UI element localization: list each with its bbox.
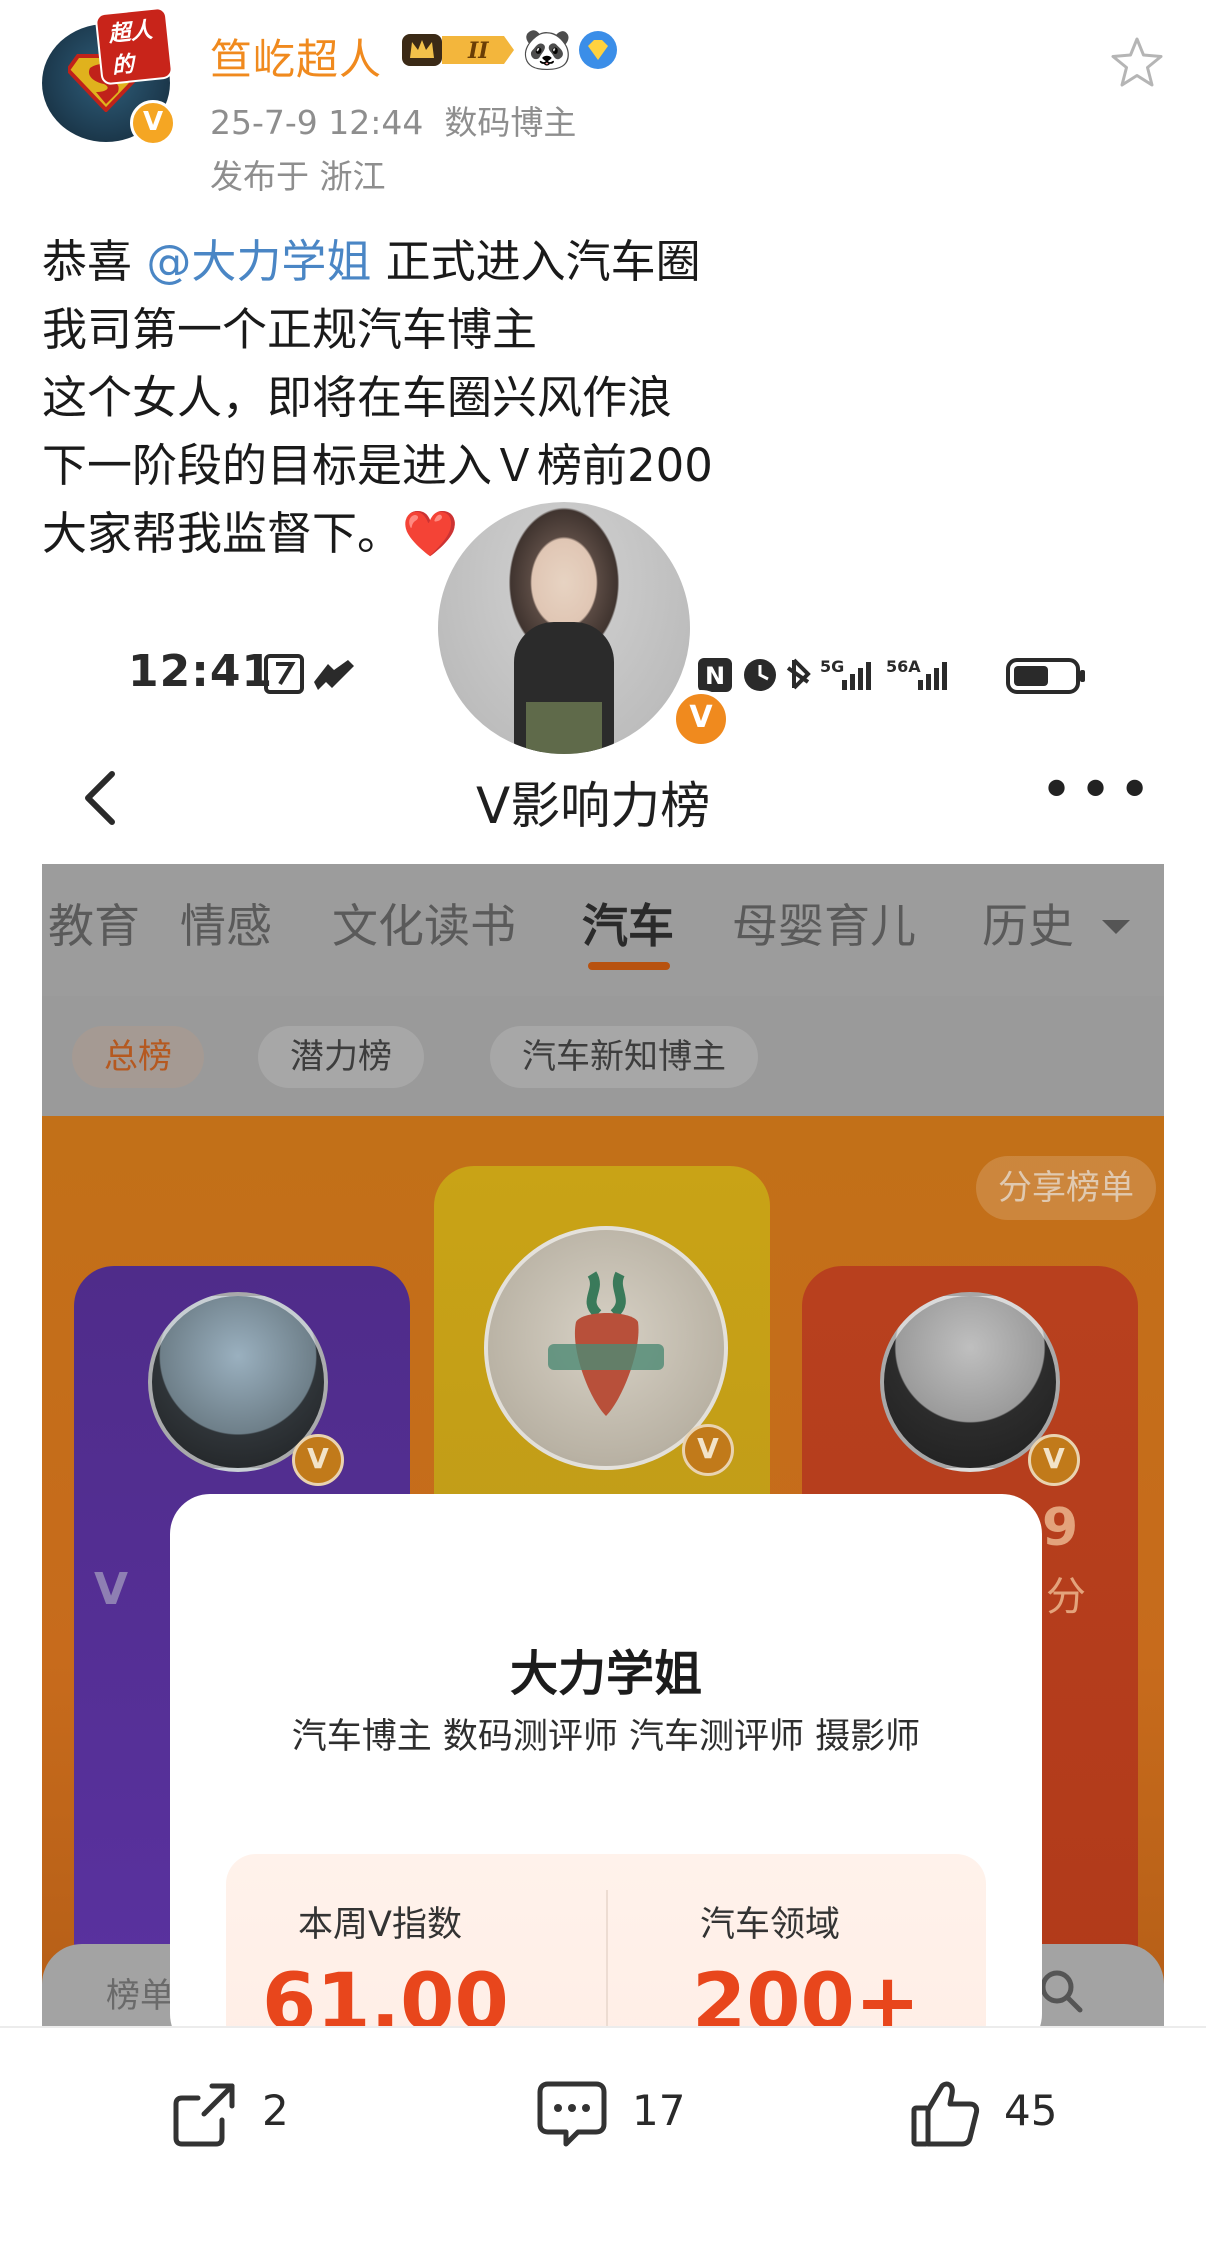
author-role: 数码博主 (444, 103, 577, 142)
post-meta: 25-7-9 12:44 数码博主 (210, 96, 576, 144)
tab-culture-reading[interactable]: 文化读书 (332, 890, 516, 956)
avatar-caption: 超人的 (94, 6, 174, 86)
svg-text:N: N (705, 662, 725, 690)
rank-3-unit-fragment: 分 (1046, 1574, 1086, 1620)
svg-text:II: II (467, 38, 489, 64)
tab-expand-caret-icon[interactable] (1102, 920, 1130, 934)
tab-history[interactable]: 历史 (982, 890, 1074, 956)
post-line-2: 我司第一个正规汽车博主 (42, 303, 538, 356)
post-text-fragment: 正式进入汽车圈 (371, 235, 701, 288)
subtab-bar: 总榜 潜力榜 汽车新知博主 (42, 996, 1164, 1116)
crown-level-badge-icon: II (402, 34, 514, 66)
author-avatar[interactable]: 超人的 V (42, 6, 176, 146)
back-chevron-icon[interactable] (78, 768, 122, 828)
post-line-4: 下一阶段的目标是进入Ｖ榜前200 (42, 439, 713, 492)
verified-badge-icon: V (672, 690, 730, 748)
popup-username: 大力学姐 (509, 1646, 702, 1702)
repost-count: 2 (262, 2086, 289, 2135)
post-location: 发布于 浙江 (210, 157, 386, 196)
active-tab-indicator (588, 962, 670, 970)
carrot-logo-icon (548, 1271, 664, 1416)
favorite-star-icon[interactable] (1110, 36, 1164, 88)
popup-avatar (432, 496, 696, 760)
post-line-3: 这个女人，即将在车圈兴风作浪 (42, 371, 673, 424)
comment-count: 17 (632, 2086, 686, 2135)
category-tabbar: 教育 情感 文化读书 汽车 母婴育儿 历史 (42, 864, 1164, 996)
verified-badge-icon: V (292, 1434, 344, 1486)
repost-icon[interactable] (168, 2076, 244, 2152)
status-bar-time: 12:41 (128, 646, 274, 697)
status-left-icons (264, 654, 354, 694)
search-icon[interactable] (1038, 1968, 1084, 2014)
tab-auto[interactable]: 汽车 (582, 890, 674, 956)
post-line-1: 恭喜 @大力学姐 正式进入汽车圈 (42, 228, 1142, 296)
share-list-button[interactable]: 分享榜单 (976, 1156, 1156, 1220)
post-time: 25-7-9 12:44 (210, 103, 424, 142)
comment-icon[interactable] (534, 2076, 610, 2152)
subtab-potential[interactable]: 潜力榜 (258, 1026, 424, 1088)
popup-tags: 汽车博主 数码测评师 汽车测评师 摄影师 (170, 1714, 1042, 1760)
stat-weekly-v-index-label: 本周V指数 (298, 1905, 462, 1945)
svg-text:56A: 56A (886, 657, 921, 676)
tab-parenting[interactable]: 母婴育儿 (732, 890, 916, 956)
post-text-fragment: 大家帮我监督下。 (42, 507, 403, 560)
bottom-strip-label: 榜单 (106, 1976, 174, 2016)
subtab-overall[interactable]: 总榜 (72, 1026, 204, 1088)
popup-tags-text: 汽车博主 数码测评师 汽车测评师 摄影师 (291, 1717, 921, 1757)
tab-emotion[interactable]: 情感 (180, 890, 272, 956)
svg-text:5G: 5G (820, 657, 844, 676)
post-text-fragment: 恭喜 (42, 235, 147, 288)
like-thumbs-up-icon[interactable] (908, 2076, 984, 2152)
leaderboard-screenshot: 教育 情感 文化读书 汽车 母婴育儿 历史 总榜 潜力榜 汽车新知博主 分享榜单 (42, 864, 1164, 2026)
author-name[interactable]: 笪屹超人 (210, 26, 382, 87)
footer-divider (0, 2026, 1206, 2028)
screenshot-nav-title: V影响力榜 (476, 777, 711, 835)
stat-domain-rank-value: 200+ (692, 1958, 921, 2026)
avatar-figure-lower (526, 702, 602, 754)
panda-badge-icon: 🐼 (522, 27, 572, 73)
diamond-badge-icon (579, 31, 617, 69)
more-options-icon[interactable]: ••• (1040, 763, 1157, 819)
stat-divider (606, 1890, 608, 2026)
like-count: 45 (1004, 2086, 1058, 2135)
status-bar-icons: N 5G 56A (698, 657, 1085, 694)
heart-emoji: ❤️ (402, 507, 459, 560)
verified-badge-icon: V (1028, 1434, 1080, 1486)
tab-education[interactable]: 教育 (48, 890, 140, 956)
subtab-new-auto-bloggers[interactable]: 汽车新知博主 (490, 1026, 758, 1088)
mention-link[interactable]: @大力学姐 (146, 235, 371, 288)
rank-2-score-fragment: V (94, 1564, 129, 1615)
stat-weekly-v-index-value: 61.00 (262, 1958, 509, 2026)
verified-badge-icon: V (130, 100, 176, 146)
popup-stats-panel: 本周V指数 61.00 汽车领域 200+ (226, 1854, 986, 2026)
stat-domain-rank-label: 汽车领域 (700, 1905, 841, 1945)
rank-3-score-fragment: 9 (1042, 1498, 1079, 1558)
verified-badge-icon: V (682, 1424, 734, 1476)
